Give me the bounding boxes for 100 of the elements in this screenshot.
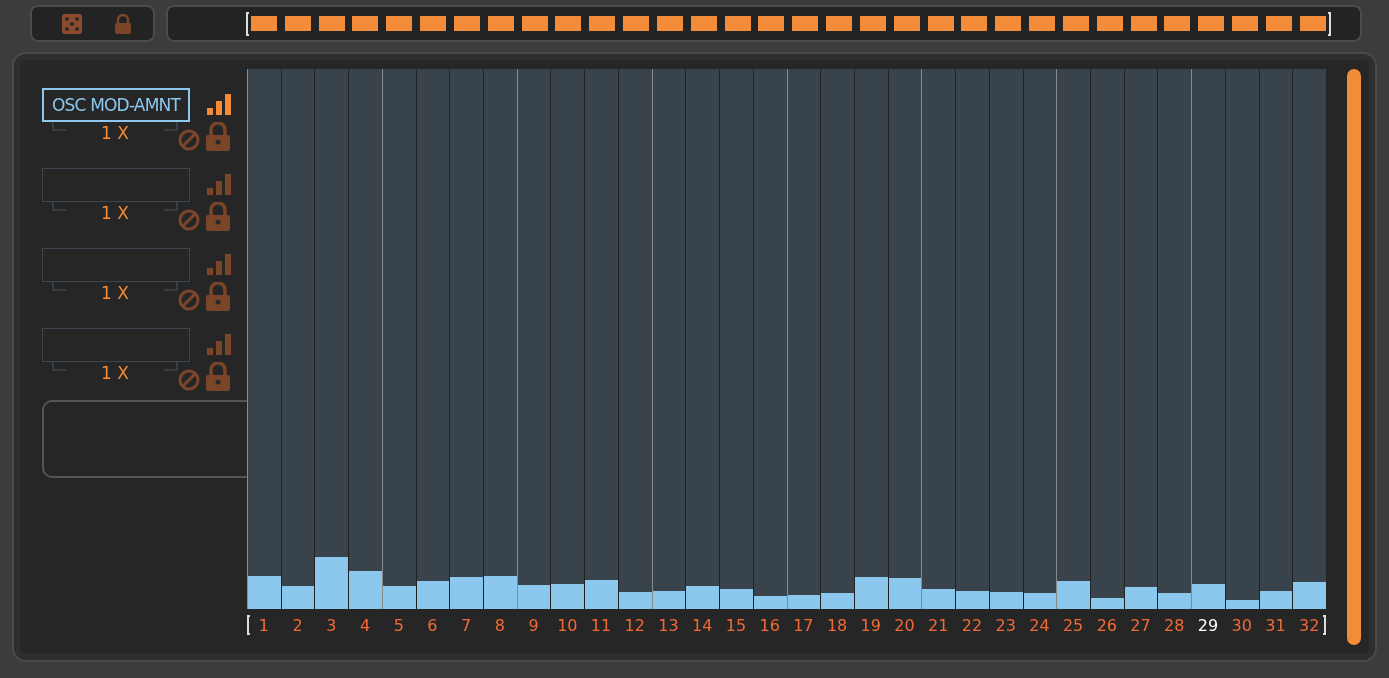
step-slider[interactable] [1057,69,1090,609]
step-slider[interactable] [281,69,315,609]
step-slider[interactable] [652,69,686,609]
signal-bars-icon[interactable] [207,94,231,115]
step-slider[interactable] [315,69,349,609]
step-slider[interactable] [787,69,821,609]
step-number[interactable]: 7 [449,615,484,635]
step-slider[interactable] [989,69,1023,609]
step-number[interactable]: 30 [1224,615,1259,635]
step-slider[interactable] [720,69,753,609]
step-number[interactable]: 29 [1191,615,1225,635]
pattern-step[interactable] [859,16,886,31]
lane-slot[interactable]: OSC MOD-AMNT [42,88,190,122]
pattern-step[interactable] [927,16,954,31]
step-number[interactable]: 26 [1089,615,1124,635]
step-slider[interactable] [416,69,450,609]
step-slider[interactable] [450,69,484,609]
step-number[interactable]: 27 [1123,615,1158,635]
step-slider[interactable] [484,69,517,609]
pattern-step[interactable] [1130,16,1157,31]
step-slider[interactable] [1090,69,1124,609]
step-number[interactable]: 3 [314,615,349,635]
pattern-step[interactable] [1029,16,1056,31]
rate-label[interactable]: 1 X [52,282,178,303]
step-number[interactable]: 15 [719,615,753,635]
pattern-step[interactable] [623,16,650,31]
step-slider[interactable] [854,69,888,609]
pattern-step[interactable] [961,16,988,31]
step-slider[interactable] [1158,69,1192,609]
rate-label[interactable]: 1 X [52,202,178,223]
step-slider[interactable] [956,69,989,609]
step-number[interactable]: 11 [584,615,618,635]
pattern-step[interactable] [589,16,616,31]
step-slider[interactable] [349,69,382,609]
step-slider[interactable] [686,69,720,609]
pattern-step[interactable] [284,16,311,31]
step-number[interactable]: 13 [651,615,686,635]
step-number[interactable]: 6 [415,615,450,635]
pattern-step[interactable] [1062,16,1089,31]
step-slider[interactable] [551,69,585,609]
step-slider[interactable] [585,69,618,609]
pattern-step[interactable] [995,16,1022,31]
pattern-step[interactable] [420,16,447,31]
step-slider[interactable] [1023,69,1057,609]
step-number[interactable]: 22 [955,615,989,635]
step-number[interactable]: 1 [247,615,281,635]
pattern-step[interactable] [318,16,345,31]
step-slider[interactable] [517,69,551,609]
pattern-step[interactable] [1265,16,1292,31]
pattern-step[interactable] [555,16,582,31]
step-number[interactable]: 23 [988,615,1023,635]
step-number[interactable]: 5 [381,615,416,635]
step-number[interactable]: 32 [1292,615,1326,635]
step-number[interactable]: 21 [921,615,956,635]
step-number[interactable]: 9 [516,615,551,635]
pattern-step[interactable] [386,16,413,31]
step-slider[interactable] [1192,69,1225,609]
pattern-step[interactable] [690,16,717,31]
pattern-step[interactable] [453,16,480,31]
pattern-step[interactable] [656,16,683,31]
step-slider[interactable] [1225,69,1259,609]
step-number[interactable]: 28 [1157,615,1192,635]
step-number[interactable]: 4 [348,615,382,635]
step-slider[interactable] [888,69,922,609]
step-number[interactable]: 19 [853,615,888,635]
pattern-step[interactable] [352,16,379,31]
rate-label[interactable]: 1 X [52,122,178,143]
pattern-step[interactable] [724,16,751,31]
step-number[interactable]: 17 [786,615,821,635]
step-number[interactable]: 8 [483,615,517,635]
pattern-step[interactable] [521,16,548,31]
step-slider[interactable] [753,69,787,609]
step-slider[interactable] [382,69,416,609]
step-number[interactable]: 16 [752,615,787,635]
step-number[interactable]: 14 [685,615,720,635]
pattern-step[interactable] [758,16,785,31]
pattern-step[interactable] [1299,16,1326,31]
step-number[interactable]: 12 [617,615,652,635]
step-slider[interactable] [922,69,956,609]
pattern-step[interactable] [792,16,819,31]
step-number[interactable]: 2 [280,615,315,635]
step-number[interactable]: 31 [1258,615,1293,635]
step-slider[interactable] [248,69,281,609]
pattern-step[interactable] [893,16,920,31]
step-slider[interactable] [1259,69,1293,609]
step-number[interactable]: 20 [887,615,922,635]
step-slider[interactable] [1124,69,1158,609]
step-number[interactable]: 10 [550,615,585,635]
pattern-step[interactable] [1198,16,1225,31]
rate-label[interactable]: 1 X [52,362,178,383]
pattern-step[interactable] [1096,16,1123,31]
step-slider[interactable] [821,69,854,609]
pattern-step[interactable] [487,16,514,31]
step-slider[interactable] [618,69,652,609]
pattern-step[interactable] [826,16,853,31]
step-slider[interactable] [1293,69,1326,609]
pattern-step[interactable] [1164,16,1191,31]
step-number[interactable]: 24 [1022,615,1057,635]
scrollbar[interactable] [1347,69,1361,645]
step-number[interactable]: 25 [1056,615,1090,635]
